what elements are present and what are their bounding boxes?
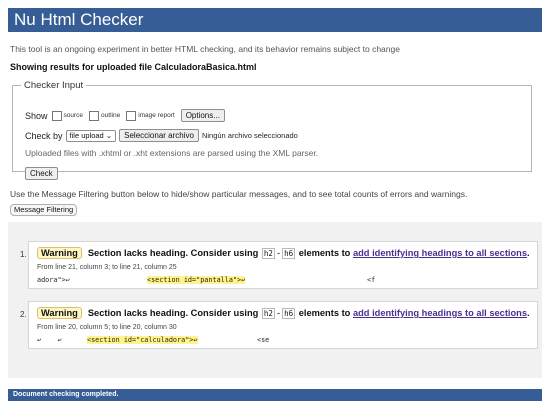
image-report-checkbox[interactable] bbox=[126, 110, 137, 121]
warning-badge: Warning bbox=[37, 247, 82, 259]
extract-before: adora">↩ bbox=[37, 276, 70, 284]
options-button[interactable]: Options... bbox=[180, 109, 225, 122]
message-number: 2. bbox=[20, 310, 27, 319]
check-button[interactable]: Check bbox=[25, 167, 58, 180]
page-title: Nu Html Checker bbox=[14, 10, 144, 29]
tag-code: h2 bbox=[261, 307, 275, 319]
intro-text: This tool is an ongoing experiment in be… bbox=[10, 44, 400, 54]
choose-file-button[interactable]: Seleccionar archivo bbox=[119, 129, 199, 142]
extract-before: ↩ ↩ bbox=[37, 336, 62, 344]
check-by-row: Check by file upload ⌄ Seleccionar archi… bbox=[25, 129, 298, 142]
extract-after: <se bbox=[257, 336, 270, 344]
check-by-select[interactable]: file upload ⌄ bbox=[65, 129, 117, 142]
message-middle-text: elements to bbox=[298, 248, 351, 258]
upload-note: Uploaded files with .xhtml or .xht exten… bbox=[25, 148, 319, 158]
checker-input-legend: Checker Input bbox=[24, 80, 84, 91]
tag-range-dash: - bbox=[276, 248, 281, 258]
outline-checkbox-label: outline bbox=[101, 112, 121, 119]
file-status: Ningún archivo seleccionado bbox=[201, 131, 298, 140]
checker-input-panel: Checker Input Show source outline image … bbox=[12, 80, 532, 180]
source-extract: ↩ ↩ <section id="calculadora">↩ <se bbox=[37, 336, 533, 346]
message-number: 1. bbox=[20, 250, 27, 259]
message-end: . bbox=[527, 308, 530, 318]
chevron-down-icon: ⌄ bbox=[105, 130, 113, 140]
headings-link[interactable]: add identifying headings to all sections bbox=[353, 248, 527, 258]
source-checkbox[interactable] bbox=[51, 110, 62, 121]
warning-badge: Warning bbox=[37, 307, 82, 319]
show-label: Show bbox=[25, 110, 48, 121]
message-filtering-button[interactable]: Message Filtering bbox=[10, 204, 78, 216]
extract-highlight: <section id="calculadora">↩ bbox=[87, 336, 198, 344]
results-heading: Showing results for uploaded file Calcul… bbox=[10, 62, 257, 72]
source-checkbox-label: source bbox=[63, 112, 84, 119]
outline-checkbox[interactable] bbox=[89, 110, 100, 121]
check-by-label: Check by bbox=[25, 130, 63, 141]
show-options-row: Show source outline image report Options… bbox=[25, 109, 225, 122]
extract-highlight: <section id="pantalla">↩ bbox=[147, 276, 246, 284]
headings-link[interactable]: add identifying headings to all sections bbox=[353, 308, 527, 318]
tag-code: h6 bbox=[282, 307, 296, 319]
page-header: Nu Html Checker bbox=[8, 8, 542, 32]
message-location: From line 20, column 5; to line 20, colu… bbox=[37, 324, 177, 331]
extract-after: <f bbox=[367, 276, 376, 284]
message-text: Section lacks heading. Consider using bbox=[87, 248, 259, 258]
message-middle-text: elements to bbox=[298, 308, 351, 318]
message-end: . bbox=[527, 248, 530, 258]
image-report-checkbox-label: image report bbox=[138, 112, 175, 119]
filter-instructions: Use the Message Filtering button below t… bbox=[10, 189, 468, 199]
tag-range-dash: - bbox=[276, 308, 281, 318]
message-item: Warning Section lacks heading. Consider … bbox=[28, 301, 538, 349]
tag-code: h6 bbox=[282, 247, 296, 259]
message-text: Section lacks heading. Consider using bbox=[87, 308, 259, 318]
check-by-value: file upload bbox=[69, 130, 104, 140]
message-item: Warning Section lacks heading. Consider … bbox=[28, 241, 538, 289]
status-footer: Document checking completed. bbox=[8, 389, 542, 401]
source-extract: adora">↩ <section id="pantalla">↩ <f bbox=[37, 276, 533, 286]
message-location: From line 21, column 3; to line 21, colu… bbox=[37, 264, 177, 271]
tag-code: h2 bbox=[261, 247, 275, 259]
